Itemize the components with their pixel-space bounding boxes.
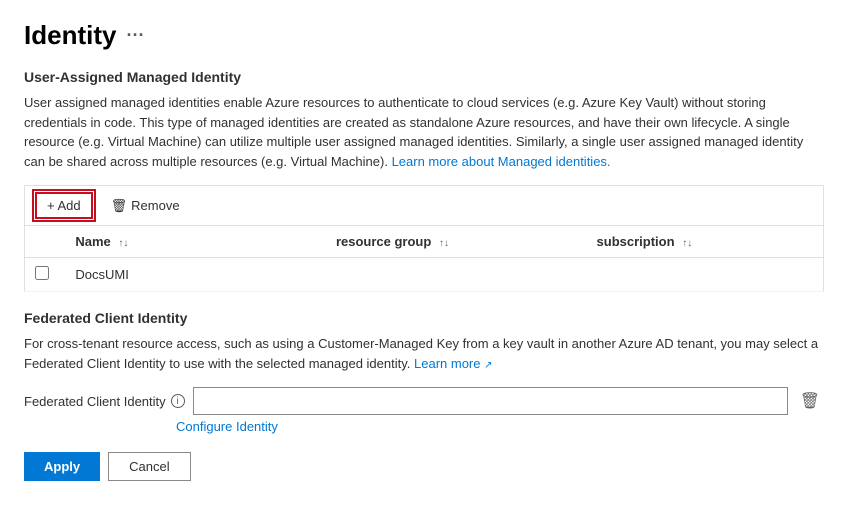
col-header-checkbox (25, 226, 66, 258)
page-title: Identity (24, 20, 116, 51)
federated-delete-button[interactable]: 🗑 (796, 387, 824, 415)
remove-button[interactable]: 🗑 Remove (101, 194, 190, 218)
row-checkbox[interactable] (35, 266, 49, 280)
federated-field-label: Federated Client Identity i (24, 394, 185, 409)
trash-icon: 🗑 (111, 198, 128, 214)
federated-trash-icon: 🗑 (800, 391, 820, 411)
footer-buttons: Apply Cancel (24, 452, 824, 481)
federated-input-row: Federated Client Identity i 🗑 (24, 387, 824, 415)
federated-client-identity-input[interactable] (193, 387, 788, 415)
learn-more-managed-identities-link[interactable]: Learn more about Managed identities. (392, 154, 611, 169)
user-assigned-description: User assigned managed identities enable … (24, 93, 824, 171)
federated-description: For cross-tenant resource access, such a… (24, 334, 824, 373)
user-assigned-section-title: User-Assigned Managed Identity (24, 69, 824, 85)
apply-button[interactable]: Apply (24, 452, 100, 481)
identity-table: Name ↑↓ resource group ↑↓ subscription ↑… (24, 225, 824, 292)
configure-link-wrapper: Configure Identity (176, 419, 824, 434)
table-header-row: Name ↑↓ resource group ↑↓ subscription ↑… (25, 226, 824, 258)
rg-sort-icon[interactable]: ↑↓ (439, 238, 449, 249)
federated-section-title: Federated Client Identity (24, 310, 824, 326)
row-subscription-cell (587, 258, 824, 292)
configure-identity-link[interactable]: Configure Identity (176, 419, 278, 434)
cancel-button[interactable]: Cancel (108, 452, 190, 481)
sub-sort-icon[interactable]: ↑↓ (682, 238, 692, 249)
external-link-icon: ↗ (484, 360, 492, 371)
info-icon[interactable]: i (171, 394, 185, 408)
row-resource-group-cell (326, 258, 587, 292)
col-header-name[interactable]: Name ↑↓ (65, 226, 326, 258)
row-name-cell: DocsUMI (65, 258, 326, 292)
identity-toolbar: + Add 🗑 Remove (24, 185, 824, 225)
federated-section: Federated Client Identity For cross-tena… (24, 310, 824, 434)
row-checkbox-cell[interactable] (25, 258, 66, 292)
add-button[interactable]: + Add (35, 192, 93, 219)
page-header: Identity ··· (24, 20, 824, 51)
col-header-resource-group[interactable]: resource group ↑↓ (326, 226, 587, 258)
name-sort-icon[interactable]: ↑↓ (118, 238, 128, 249)
table-row: DocsUMI (25, 258, 824, 292)
ellipsis-menu-icon[interactable]: ··· (126, 25, 144, 46)
col-header-subscription[interactable]: subscription ↑↓ (587, 226, 824, 258)
federated-learn-more-link[interactable]: Learn more ↗ (414, 356, 493, 371)
